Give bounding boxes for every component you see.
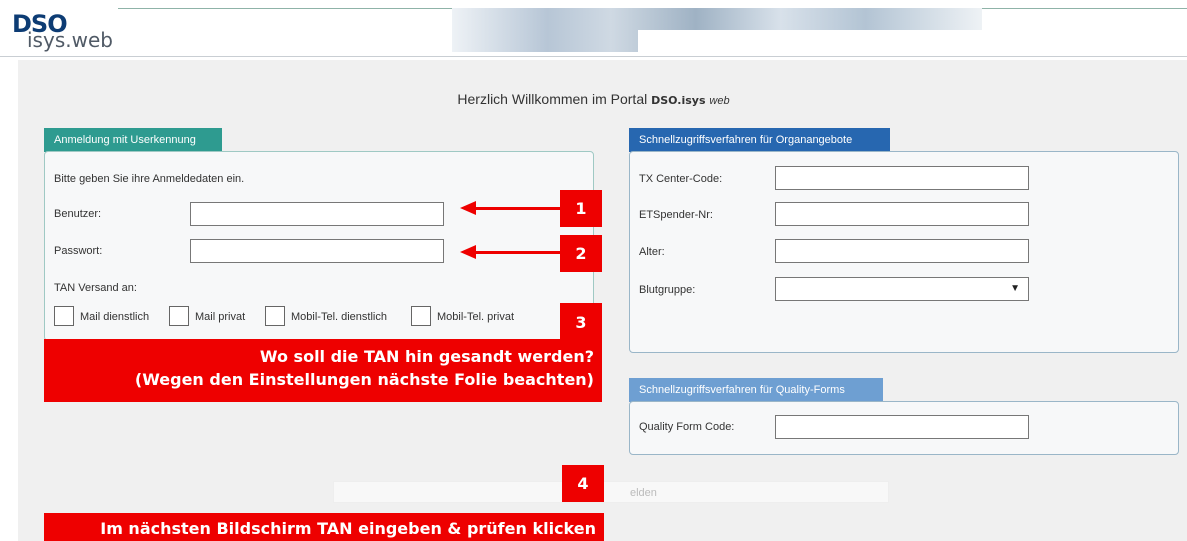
logo-isys-web: isys.web [27,28,113,52]
option-mobil-privat: Mobil-Tel. privat [437,311,515,323]
header: DSO isys.web [0,0,1187,58]
tab-login[interactable]: Anmeldung mit Userkennung [44,128,222,152]
etspender-input[interactable] [775,202,1029,226]
callout-3-line-2: (Wegen den Einstellungen nächste Folie b… [134,370,594,389]
password-label: Passwort: [54,245,103,257]
option-mobil-dienstlich: Mobil-Tel. dienstlich [291,311,387,323]
user-input[interactable] [190,202,444,226]
annotation-badge-3: 3 [560,303,602,340]
login-intro: Bitte geben Sie ihre Anmeldedaten ein. [54,173,245,185]
blood-group-label: Blutgruppe: [639,284,696,296]
welcome-message: Herzlich Willkommen im Portal DSO.isys w… [0,91,1187,107]
welcome-text: Herzlich Willkommen im Portal [457,91,648,107]
banner-overlay [638,30,988,54]
tab-quick-organ[interactable]: Schnellzugriffsverfahren für Organangebo… [629,128,890,152]
tan-label: TAN Versand an: [54,282,137,294]
quality-code-input[interactable] [775,415,1029,439]
annotation-badge-4: 4 [562,465,604,502]
annotation-arrow-1-shaft [474,207,560,210]
chevron-down-icon: ▼ [1010,283,1020,294]
tx-center-label: TX Center-Code: [639,173,723,185]
annotation-callout-4: Im nächsten Bildschirm TAN eingeben & pr… [44,513,604,541]
annotation-arrow-2-shaft [474,251,560,254]
callout-3-line-1: Wo soll die TAN hin gesandt werden? [259,347,594,366]
arrow-left-icon [460,245,476,259]
header-bottom-divider [0,56,1187,57]
option-mail-dienstlich: Mail dienstlich [80,311,150,323]
tx-center-input[interactable] [775,166,1029,190]
portal-screen: DSO isys.web Herzlich Willkommen im Port… [0,0,1187,541]
login-submit-button[interactable]: elden [333,481,889,503]
welcome-brand-suffix: web [709,95,730,107]
submit-label: elden [630,487,657,499]
checkbox-mobil-privat[interactable] [411,306,431,326]
age-label: Alter: [639,246,665,258]
checkbox-mail-privat[interactable] [169,306,189,326]
checkbox-mobil-dienstlich[interactable] [265,306,285,326]
tab-quick-quality[interactable]: Schnellzugriffsverfahren für Quality-For… [629,378,883,402]
option-mail-privat: Mail privat [195,311,246,323]
annotation-callout-3: Wo soll die TAN hin gesandt werden? (Weg… [44,339,602,402]
user-label: Benutzer: [54,208,102,220]
checkbox-mail-dienstlich[interactable] [54,306,74,326]
blood-group-select[interactable]: ▼ [775,277,1029,301]
welcome-brand: DSO.isys [651,94,706,107]
quality-code-label: Quality Form Code: [639,421,735,433]
age-input[interactable] [775,239,1029,263]
annotation-badge-1: 1 [560,190,602,227]
arrow-left-icon [460,201,476,215]
etspender-label: ETSpender-Nr: [639,209,713,221]
annotation-badge-2: 2 [560,235,602,272]
password-input[interactable] [190,239,444,263]
